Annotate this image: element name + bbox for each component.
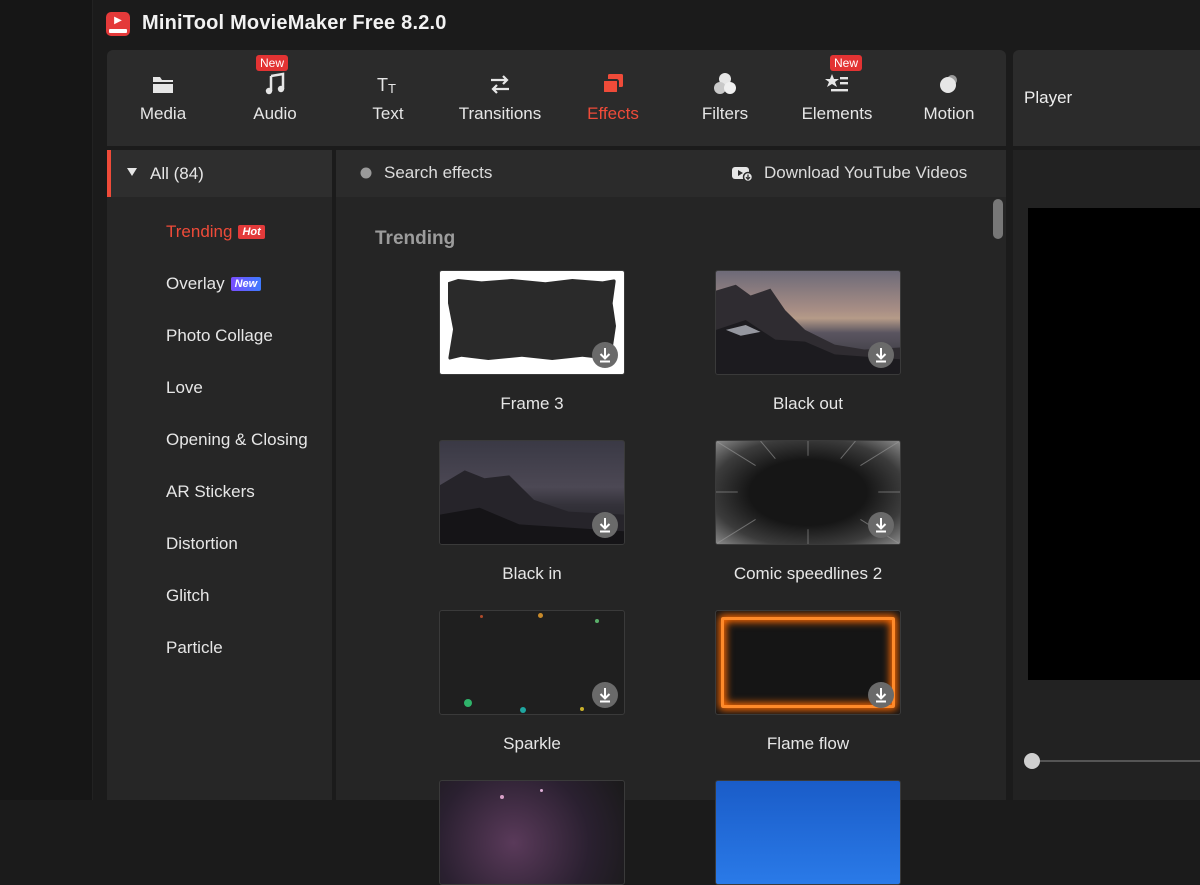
tab-media[interactable]: Media <box>107 50 219 146</box>
player-timeline-handle[interactable] <box>1024 753 1040 769</box>
effect-card-flame-flow[interactable] <box>715 610 901 715</box>
category-label: Trending <box>166 222 233 241</box>
new-badge: New <box>256 55 289 71</box>
sparkle-dot <box>540 789 543 792</box>
effect-card-comic-speedlines-2[interactable] <box>715 440 901 545</box>
sparkle-dot <box>480 615 483 618</box>
effect-label: Black in <box>502 564 562 583</box>
tab-motion-label: Motion <box>923 104 975 123</box>
effect-card-frame-3[interactable] <box>439 270 625 375</box>
tab-motion[interactable]: Motion <box>893 50 1005 146</box>
frame-thumbnail <box>448 279 616 360</box>
left-margin <box>0 0 93 800</box>
youtube-download-icon <box>732 167 753 182</box>
scrollbar-thumb[interactable] <box>993 199 1003 239</box>
new-badge: New <box>830 55 863 71</box>
tab-audio-label: Audio <box>253 104 297 123</box>
app-title: MiniTool MovieMaker Free 8.2.0 <box>142 12 447 34</box>
sparkle-dot <box>500 795 504 799</box>
tab-effects[interactable]: Effects <box>557 50 669 146</box>
category-overlay[interactable]: Overlay New <box>166 274 262 294</box>
effects-library: Search effects Download YouTube Videos T… <box>336 150 1006 885</box>
folder-icon <box>153 77 173 93</box>
download-icon[interactable] <box>592 682 618 708</box>
new-tag: New <box>230 277 262 291</box>
section-title: Trending <box>375 228 456 249</box>
tab-transitions-label: Transitions <box>458 104 542 123</box>
svg-text:T: T <box>377 75 388 95</box>
effects-icon <box>602 74 623 94</box>
effect-card-black-in[interactable] <box>439 440 625 545</box>
search-bar: Search effects Download YouTube Videos <box>336 150 1006 197</box>
player-preview <box>1028 208 1200 680</box>
sparkle-dot <box>595 619 599 623</box>
elements-icon <box>825 74 848 92</box>
download-youtube-link[interactable]: Download YouTube Videos <box>764 163 967 183</box>
tab-text[interactable]: TT Text <box>332 50 444 146</box>
effect-label: Frame 3 <box>500 394 564 413</box>
collapse-triangle-icon <box>127 168 137 176</box>
effect-label: Comic speedlines 2 <box>733 564 883 583</box>
effect-label: Flame flow <box>766 734 850 753</box>
download-icon[interactable] <box>868 682 894 708</box>
sparkle-dot <box>580 707 584 711</box>
search-icon <box>360 167 372 179</box>
effect-card-bokeh[interactable] <box>439 780 625 885</box>
category-label: Overlay <box>166 274 225 293</box>
search-input[interactable]: Search effects <box>384 163 492 183</box>
category-opening-closing[interactable]: Opening & Closing <box>166 430 308 450</box>
tab-elements-label: Elements <box>801 104 873 123</box>
download-icon[interactable] <box>868 342 894 368</box>
tab-filters-label: Filters <box>701 104 749 123</box>
effect-card-blue[interactable] <box>715 780 901 885</box>
swap-arrows-icon <box>491 75 509 94</box>
category-ar-stickers[interactable]: AR Stickers <box>166 482 255 502</box>
sparkle-dot <box>464 699 472 707</box>
effect-label: Black out <box>773 394 843 413</box>
tab-filters[interactable]: Filters <box>669 50 781 146</box>
tab-media-label: Media <box>139 104 187 123</box>
svg-text:T: T <box>388 81 396 96</box>
app-logo-icon: ▶ <box>106 12 130 36</box>
sparkle-dot <box>520 707 526 713</box>
music-note-icon <box>265 72 285 95</box>
download-icon[interactable] <box>592 342 618 368</box>
category-all-label: All (84) <box>150 164 204 183</box>
category-glitch[interactable]: Glitch <box>166 586 209 606</box>
tab-transitions[interactable]: Transitions <box>444 50 556 146</box>
category-photo-collage[interactable]: Photo Collage <box>166 326 273 346</box>
sparkle-dot <box>538 613 543 618</box>
tab-effects-label: Effects <box>587 104 639 123</box>
effect-card-black-out[interactable] <box>715 270 901 375</box>
tab-audio[interactable]: New Audio <box>219 50 331 146</box>
text-icon: TT <box>377 75 396 96</box>
filters-icon <box>714 73 736 94</box>
hot-tag: Hot <box>238 225 265 239</box>
tab-text-label: Text <box>372 104 404 123</box>
player-header: Player <box>1013 50 1200 146</box>
download-icon[interactable] <box>868 512 894 538</box>
player-timeline-track[interactable] <box>1030 760 1200 762</box>
download-icon[interactable] <box>592 512 618 538</box>
effect-card-sparkle[interactable] <box>439 610 625 715</box>
category-all[interactable]: All (84) <box>107 150 332 197</box>
motion-icon <box>940 75 957 93</box>
main-toolbar: Media New Audio TT Text Transitions Effe… <box>107 50 1006 146</box>
category-particle[interactable]: Particle <box>166 638 223 658</box>
tab-elements[interactable]: New Elements <box>781 50 893 146</box>
category-trending[interactable]: Trending Hot <box>166 222 265 242</box>
title-bar: ▶ MiniTool MovieMaker Free 8.2.0 <box>93 0 1200 50</box>
effect-label: Sparkle <box>503 734 561 753</box>
effects-category-sidebar: All (84) Trending Hot Overlay New Photo Co… <box>107 150 332 800</box>
player-panel <box>1013 150 1200 800</box>
category-distortion[interactable]: Distortion <box>166 534 238 554</box>
category-love[interactable]: Love <box>166 378 203 398</box>
player-title: Player <box>1024 88 1073 107</box>
